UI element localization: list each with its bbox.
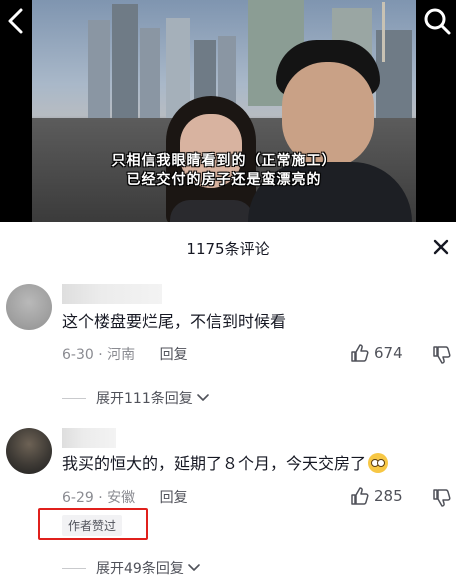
- comment-count-title: 1175条评论: [186, 240, 270, 258]
- building: [112, 4, 138, 120]
- expand-replies-label: 展开111条回复: [96, 391, 193, 407]
- comment-meta: 6-29 · 安徽 回复: [62, 490, 188, 506]
- divider: [62, 397, 86, 399]
- like-button[interactable]: 285: [350, 486, 403, 506]
- thumbs-up-icon: [351, 487, 369, 505]
- avatar[interactable]: [6, 284, 52, 330]
- thumbs-up-icon: [351, 344, 369, 362]
- reply-button[interactable]: 回复: [160, 490, 188, 506]
- avatar[interactable]: [6, 428, 52, 474]
- comment-location: 河南: [107, 347, 136, 363]
- chevron-left-icon[interactable]: [4, 6, 28, 36]
- expand-replies-label: 展开49条回复: [96, 561, 184, 577]
- expand-replies-button[interactable]: 展开49条回复: [62, 558, 202, 578]
- thumbs-down-icon[interactable]: [432, 488, 452, 512]
- highlight-annotation-box: [38, 508, 148, 540]
- video-player[interactable]: 只相信我眼睛看到的（正常施工） 已经交付的房子还是蛮漂亮的: [0, 0, 456, 222]
- video-caption-line-1: 只相信我眼睛看到的（正常施工）: [111, 153, 337, 169]
- thumbs-down-icon[interactable]: [432, 345, 452, 369]
- comment-location: 安徽: [107, 490, 136, 506]
- comment-text: 这个楼盘要烂尾，不信到时候看: [62, 312, 287, 331]
- username-blurred[interactable]: [62, 428, 116, 448]
- comment-date: 6-29: [62, 490, 94, 506]
- expand-replies-button[interactable]: 展开111条回复: [62, 388, 211, 408]
- video-caption-line-2: 已经交付的房子还是蛮漂亮的: [126, 172, 322, 188]
- username-blurred[interactable]: [62, 284, 162, 304]
- comment-panel-header: 1175条评论: [0, 222, 456, 272]
- search-icon[interactable]: [422, 6, 452, 36]
- chevron-down-icon: [196, 394, 209, 401]
- like-count: 674: [374, 344, 403, 362]
- comment-meta: 6-30 · 河南 回复: [62, 347, 188, 363]
- close-icon[interactable]: [430, 236, 452, 258]
- like-count: 285: [374, 487, 403, 505]
- emoji-icon: [368, 453, 389, 473]
- chevron-down-icon: [188, 564, 200, 571]
- building: [88, 20, 110, 120]
- person-man: [242, 36, 416, 222]
- comment-panel: 1175条评论 这个楼盘要烂尾，不信到时候看 6-30 · 河南 回复 674 …: [0, 222, 456, 579]
- divider: [62, 567, 86, 569]
- reply-button[interactable]: 回复: [160, 347, 188, 363]
- like-button[interactable]: 674: [350, 343, 403, 363]
- comment-text: 我买的恒大的，延期了８个月，今天交房了: [62, 453, 389, 475]
- comment-date: 6-30: [62, 347, 94, 363]
